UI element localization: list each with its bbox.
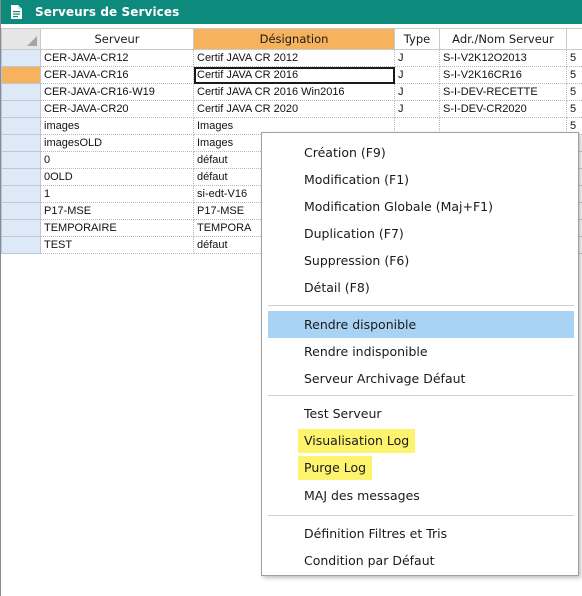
cell-serveur[interactable]: TEST <box>40 236 194 254</box>
row-header[interactable] <box>1 219 41 237</box>
cell-adresse[interactable]: S-I-V2K12O2013 <box>439 49 567 67</box>
table-row[interactable]: CER-JAVA-CR16-W19 Certif JAVA CR 2016 Wi… <box>1 83 582 101</box>
menu-item-label-highlighted: Purge Log <box>298 456 373 480</box>
cell-serveur[interactable]: CER-JAVA-CR12 <box>40 49 194 67</box>
menu-item-rendre-indisponible[interactable]: Rendre indisponible <box>268 338 574 365</box>
cell-designation[interactable]: Certif JAVA CR 2012 <box>193 49 395 67</box>
row-header[interactable] <box>1 49 41 67</box>
menu-item-maj-des-messages[interactable]: MAJ des messages <box>268 482 574 509</box>
column-header-type[interactable]: Type <box>394 28 440 50</box>
select-all-corner[interactable] <box>1 28 41 50</box>
cell-adresse[interactable]: S-I-V2K16CR16 <box>439 66 567 84</box>
menu-item-definition-filtres-tris[interactable]: Définition Filtres et Tris <box>268 520 574 547</box>
table-row[interactable]: CER-JAVA-CR20 Certif JAVA CR 2020 J S-I-… <box>1 100 582 118</box>
cell-designation-focused[interactable]: Certif JAVA CR 2016 <box>193 66 395 84</box>
row-header[interactable] <box>1 100 41 118</box>
menu-separator <box>268 305 574 306</box>
column-header-extra[interactable] <box>566 28 582 50</box>
cell-serveur[interactable]: images <box>40 117 194 135</box>
menu-item-label-highlighted: Visualisation Log <box>298 429 416 453</box>
cell-serveur[interactable]: 1 <box>40 185 194 203</box>
services-servers-window: Serveurs de Services Serveur Désignation… <box>0 0 582 596</box>
menu-separator <box>268 395 574 396</box>
cell-extra[interactable]: 5 <box>566 83 582 101</box>
menu-item-visualisation-log[interactable]: Visualisation Log <box>268 427 574 454</box>
menu-item-rendre-disponible[interactable]: Rendre disponible <box>268 311 574 338</box>
menu-separator <box>268 515 574 516</box>
cell-extra[interactable]: 5 <box>566 66 582 84</box>
row-header[interactable] <box>1 168 41 186</box>
row-header[interactable] <box>1 134 41 152</box>
menu-item-creation[interactable]: Création (F9) <box>268 139 574 166</box>
menu-item-suppression[interactable]: Suppression (F6) <box>268 247 574 274</box>
cell-adresse[interactable]: S-I-DEV-CR2020 <box>439 100 567 118</box>
table-row-selected[interactable]: CER-JAVA-CR16 Certif JAVA CR 2016 J S-I-… <box>1 66 582 84</box>
table-header-row: Serveur Désignation Type Adr./Nom Serveu… <box>1 28 582 50</box>
cell-serveur[interactable]: 0OLD <box>40 168 194 186</box>
cell-type[interactable]: J <box>394 100 440 118</box>
cell-serveur[interactable]: CER-JAVA-CR20 <box>40 100 194 118</box>
cell-serveur[interactable]: 0 <box>40 151 194 169</box>
menu-item-purge-log[interactable]: Purge Log <box>268 454 574 481</box>
row-header[interactable] <box>1 66 41 84</box>
cell-serveur[interactable]: P17-MSE <box>40 202 194 220</box>
row-header[interactable] <box>1 83 41 101</box>
menu-item-modification[interactable]: Modification (F1) <box>268 166 574 193</box>
cell-type[interactable]: J <box>394 83 440 101</box>
cell-type[interactable]: J <box>394 66 440 84</box>
cell-designation[interactable]: Certif JAVA CR 2020 <box>193 100 395 118</box>
menu-item-condition-par-defaut[interactable]: Condition par Défaut <box>268 547 574 574</box>
menu-item-detail[interactable]: Détail (F8) <box>268 274 574 301</box>
cell-extra[interactable]: 5 <box>566 100 582 118</box>
row-header[interactable] <box>1 236 41 254</box>
row-header[interactable] <box>1 202 41 220</box>
window-title: Serveurs de Services <box>35 5 180 19</box>
document-icon <box>10 5 22 19</box>
menu-item-modification-globale[interactable]: Modification Globale (Maj+F1) <box>268 193 574 220</box>
title-bar: Serveurs de Services <box>1 0 582 24</box>
context-menu: Création (F9) Modification (F1) Modifica… <box>261 132 579 576</box>
row-header[interactable] <box>1 117 41 135</box>
column-header-serveur[interactable]: Serveur <box>40 28 194 50</box>
menu-item-test-serveur[interactable]: Test Serveur <box>268 400 574 427</box>
menu-item-duplication[interactable]: Duplication (F7) <box>268 220 574 247</box>
menu-item-serveur-archivage-defaut[interactable]: Serveur Archivage Défaut <box>268 365 574 392</box>
column-header-adresse[interactable]: Adr./Nom Serveur <box>439 28 567 50</box>
cell-serveur[interactable]: imagesOLD <box>40 134 194 152</box>
row-header[interactable] <box>1 185 41 203</box>
cell-serveur[interactable]: TEMPORAIRE <box>40 219 194 237</box>
column-header-designation[interactable]: Désignation <box>193 28 395 50</box>
cell-type[interactable]: J <box>394 49 440 67</box>
table-row[interactable]: CER-JAVA-CR12 Certif JAVA CR 2012 J S-I-… <box>1 49 582 67</box>
cell-serveur[interactable]: CER-JAVA-CR16 <box>40 66 194 84</box>
cell-adresse[interactable]: S-I-DEV-RECETTE <box>439 83 567 101</box>
cell-serveur[interactable]: CER-JAVA-CR16-W19 <box>40 83 194 101</box>
cell-designation[interactable]: Certif JAVA CR 2016 Win2016 <box>193 83 395 101</box>
row-header[interactable] <box>1 151 41 169</box>
cell-extra[interactable]: 5 <box>566 49 582 67</box>
